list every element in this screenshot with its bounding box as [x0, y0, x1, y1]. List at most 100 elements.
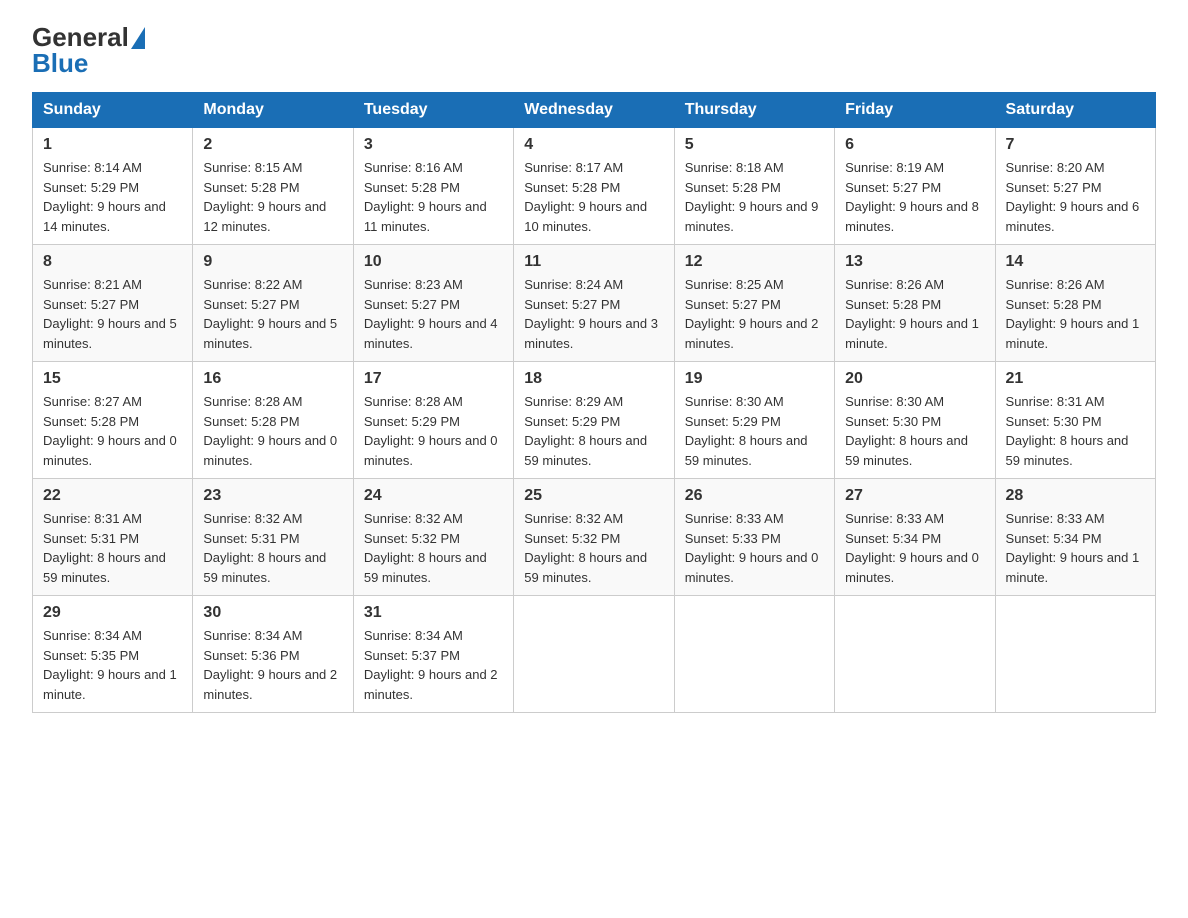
day-info: Sunrise: 8:30 AMSunset: 5:29 PMDaylight:…: [685, 392, 824, 470]
day-info: Sunrise: 8:20 AMSunset: 5:27 PMDaylight:…: [1006, 158, 1145, 236]
calendar-week-row: 29 Sunrise: 8:34 AMSunset: 5:35 PMDayligh…: [33, 596, 1156, 713]
day-info: Sunrise: 8:32 AMSunset: 5:32 PMDaylight:…: [524, 509, 663, 587]
calendar-week-row: 22Sunrise: 8:31 AMSunset: 5:31 PMDayligh…: [33, 479, 1156, 596]
day-info: Sunrise: 8:25 AMSunset: 5:27 PMDaylight:…: [685, 275, 824, 353]
calendar-header-cell: Thursday: [674, 93, 834, 128]
calendar-header-cell: Wednesday: [514, 93, 674, 128]
day-info: Sunrise: 8:18 AMSunset: 5:28 PMDaylight:…: [685, 158, 824, 236]
calendar-day-cell: 25 Sunrise: 8:32 AMSunset: 5:32 PMDayligh…: [514, 479, 674, 596]
calendar-day-cell: 15 Sunrise: 8:27 AMSunset: 5:28 PMDayligh…: [33, 362, 193, 479]
calendar-header-cell: Saturday: [995, 93, 1155, 128]
calendar-day-cell: 14 Sunrise: 8:26 AMSunset: 5:28 PMDayligh…: [995, 245, 1155, 362]
calendar-header-cell: Monday: [193, 93, 353, 128]
day-number: 4: [524, 136, 663, 154]
day-info: Sunrise: 8:34 AMSunset: 5:37 PMDaylight:…: [364, 626, 503, 704]
day-number: 7: [1006, 136, 1145, 154]
day-number: 3: [364, 136, 503, 154]
calendar-day-cell: 19Sunrise: 8:30 AMSunset: 5:29 PMDayligh…: [674, 362, 834, 479]
day-number: 25: [524, 487, 663, 505]
day-info: Sunrise: 8:32 AMSunset: 5:32 PMDaylight:…: [364, 509, 503, 587]
day-info: Sunrise: 8:34 AMSunset: 5:35 PMDaylight:…: [43, 626, 182, 704]
calendar-week-row: 1 Sunrise: 8:14 AMSunset: 5:29 PMDaylight…: [33, 128, 1156, 245]
day-info: Sunrise: 8:30 AMSunset: 5:30 PMDaylight:…: [845, 392, 984, 470]
calendar-day-cell: 12 Sunrise: 8:25 AMSunset: 5:27 PMDayligh…: [674, 245, 834, 362]
day-number: 16: [203, 370, 342, 388]
day-number: 6: [845, 136, 984, 154]
calendar-day-cell: 27 Sunrise: 8:33 AMSunset: 5:34 PMDayligh…: [835, 479, 995, 596]
day-number: 13: [845, 253, 984, 271]
calendar-day-cell: 18 Sunrise: 8:29 AMSunset: 5:29 PMDayligh…: [514, 362, 674, 479]
calendar-day-cell: 28Sunrise: 8:33 AMSunset: 5:34 PMDayligh…: [995, 479, 1155, 596]
calendar-day-cell: [514, 596, 674, 713]
day-number: 29: [43, 604, 182, 622]
day-number: 11: [524, 253, 663, 271]
day-info: Sunrise: 8:19 AMSunset: 5:27 PMDaylight:…: [845, 158, 984, 236]
day-number: 23: [203, 487, 342, 505]
day-number: 31: [364, 604, 503, 622]
day-number: 12: [685, 253, 824, 271]
day-number: 20: [845, 370, 984, 388]
day-info: Sunrise: 8:26 AMSunset: 5:28 PMDaylight:…: [845, 275, 984, 353]
day-number: 15: [43, 370, 182, 388]
page-header: General Blue: [32, 24, 1156, 76]
day-info: Sunrise: 8:16 AMSunset: 5:28 PMDaylight:…: [364, 158, 503, 236]
logo: General Blue: [32, 24, 145, 76]
day-number: 1: [43, 136, 182, 154]
day-info: Sunrise: 8:26 AMSunset: 5:28 PMDaylight:…: [1006, 275, 1145, 353]
calendar-day-cell: 11 Sunrise: 8:24 AMSunset: 5:27 PMDayligh…: [514, 245, 674, 362]
day-number: 17: [364, 370, 503, 388]
calendar-day-cell: 6 Sunrise: 8:19 AMSunset: 5:27 PMDaylight…: [835, 128, 995, 245]
calendar-day-cell: 17 Sunrise: 8:28 AMSunset: 5:29 PMDayligh…: [353, 362, 513, 479]
calendar-day-cell: 24 Sunrise: 8:32 AMSunset: 5:32 PMDayligh…: [353, 479, 513, 596]
day-info: Sunrise: 8:34 AMSunset: 5:36 PMDaylight:…: [203, 626, 342, 704]
day-info: Sunrise: 8:33 AMSunset: 5:34 PMDaylight:…: [845, 509, 984, 587]
day-info: Sunrise: 8:31 AMSunset: 5:31 PMDaylight:…: [43, 509, 182, 587]
day-info: Sunrise: 8:31 AMSunset: 5:30 PMDaylight:…: [1006, 392, 1145, 470]
calendar-day-cell: 3 Sunrise: 8:16 AMSunset: 5:28 PMDaylight…: [353, 128, 513, 245]
day-number: 24: [364, 487, 503, 505]
day-info: Sunrise: 8:17 AMSunset: 5:28 PMDaylight:…: [524, 158, 663, 236]
day-info: Sunrise: 8:23 AMSunset: 5:27 PMDaylight:…: [364, 275, 503, 353]
calendar-day-cell: 2Sunrise: 8:15 AMSunset: 5:28 PMDaylight…: [193, 128, 353, 245]
calendar-day-cell: 23Sunrise: 8:32 AMSunset: 5:31 PMDayligh…: [193, 479, 353, 596]
calendar-day-cell: 30 Sunrise: 8:34 AMSunset: 5:36 PMDayligh…: [193, 596, 353, 713]
day-info: Sunrise: 8:28 AMSunset: 5:28 PMDaylight:…: [203, 392, 342, 470]
day-number: 14: [1006, 253, 1145, 271]
day-info: Sunrise: 8:28 AMSunset: 5:29 PMDaylight:…: [364, 392, 503, 470]
logo-blue-text: Blue: [32, 50, 88, 76]
day-info: Sunrise: 8:14 AMSunset: 5:29 PMDaylight:…: [43, 158, 182, 236]
day-number: 10: [364, 253, 503, 271]
calendar-day-cell: 9Sunrise: 8:22 AMSunset: 5:27 PMDaylight…: [193, 245, 353, 362]
calendar-header-row: SundayMondayTuesdayWednesdayThursdayFrid…: [33, 93, 1156, 128]
day-info: Sunrise: 8:33 AMSunset: 5:34 PMDaylight:…: [1006, 509, 1145, 587]
day-info: Sunrise: 8:29 AMSunset: 5:29 PMDaylight:…: [524, 392, 663, 470]
calendar-week-row: 15 Sunrise: 8:27 AMSunset: 5:28 PMDayligh…: [33, 362, 1156, 479]
day-info: Sunrise: 8:24 AMSunset: 5:27 PMDaylight:…: [524, 275, 663, 353]
day-info: Sunrise: 8:21 AMSunset: 5:27 PMDaylight:…: [43, 275, 182, 353]
day-number: 26: [685, 487, 824, 505]
calendar-day-cell: 10 Sunrise: 8:23 AMSunset: 5:27 PMDayligh…: [353, 245, 513, 362]
day-number: 30: [203, 604, 342, 622]
day-number: 8: [43, 253, 182, 271]
calendar-header-cell: Sunday: [33, 93, 193, 128]
day-info: Sunrise: 8:27 AMSunset: 5:28 PMDaylight:…: [43, 392, 182, 470]
day-number: 2: [203, 136, 342, 154]
day-number: 18: [524, 370, 663, 388]
calendar-header-cell: Friday: [835, 93, 995, 128]
calendar-header-cell: Tuesday: [353, 93, 513, 128]
calendar-day-cell: 29 Sunrise: 8:34 AMSunset: 5:35 PMDayligh…: [33, 596, 193, 713]
calendar-day-cell: 16 Sunrise: 8:28 AMSunset: 5:28 PMDayligh…: [193, 362, 353, 479]
day-info: Sunrise: 8:33 AMSunset: 5:33 PMDaylight:…: [685, 509, 824, 587]
day-number: 5: [685, 136, 824, 154]
calendar-day-cell: [835, 596, 995, 713]
calendar-day-cell: [995, 596, 1155, 713]
calendar-day-cell: [674, 596, 834, 713]
calendar-body: 1 Sunrise: 8:14 AMSunset: 5:29 PMDaylight…: [33, 128, 1156, 713]
day-number: 27: [845, 487, 984, 505]
logo-triangle-icon: [131, 27, 145, 49]
calendar-day-cell: 26 Sunrise: 8:33 AMSunset: 5:33 PMDayligh…: [674, 479, 834, 596]
calendar-day-cell: 1 Sunrise: 8:14 AMSunset: 5:29 PMDaylight…: [33, 128, 193, 245]
calendar-day-cell: 8 Sunrise: 8:21 AMSunset: 5:27 PMDaylight…: [33, 245, 193, 362]
day-number: 9: [203, 253, 342, 271]
calendar-day-cell: 4 Sunrise: 8:17 AMSunset: 5:28 PMDaylight…: [514, 128, 674, 245]
